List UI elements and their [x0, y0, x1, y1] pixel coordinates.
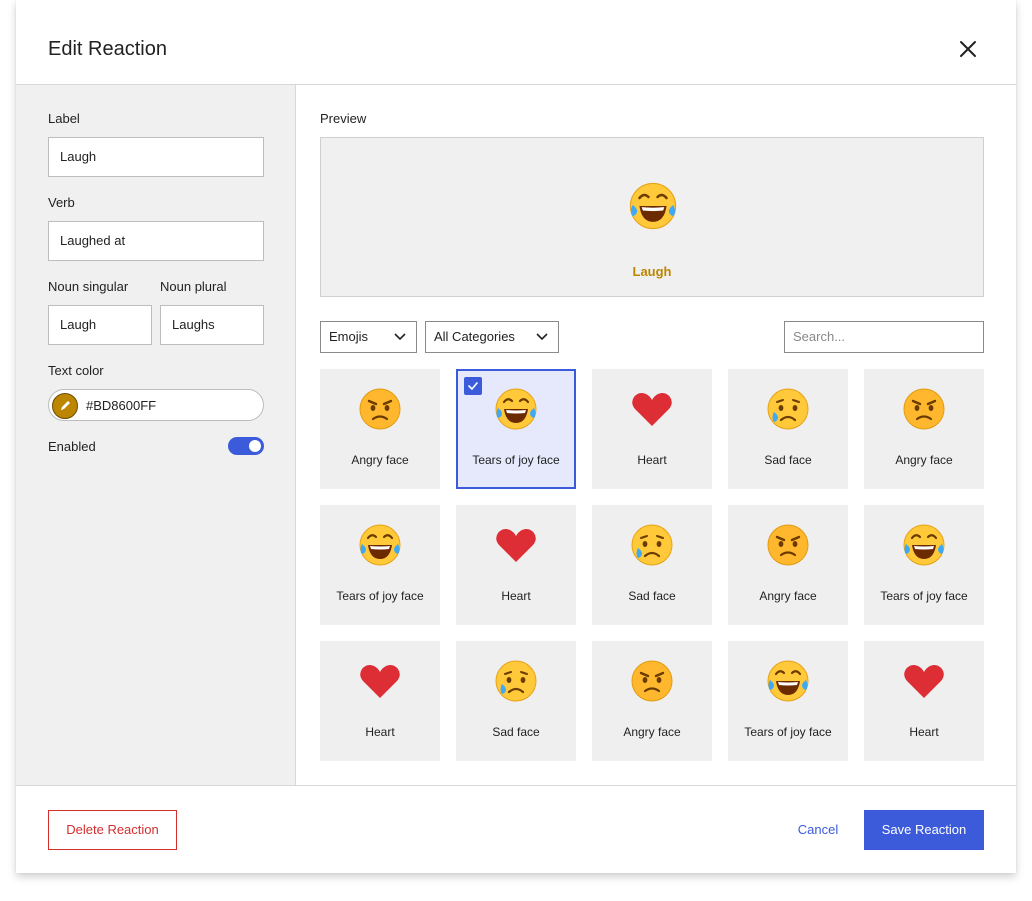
sad-face-icon	[631, 524, 673, 566]
emoji-tile-label: Tears of joy face	[880, 589, 968, 603]
angry-face-icon	[903, 388, 945, 430]
toggle-knob	[249, 440, 261, 452]
verb-input[interactable]: Laughed at	[48, 221, 264, 261]
angry-face-icon	[359, 388, 401, 430]
tears-of-joy-icon	[359, 524, 401, 566]
heart-icon	[904, 665, 944, 698]
emoji-tile[interactable]: Sad face	[728, 369, 848, 489]
emoji-tile[interactable]: Tears of joy face	[456, 369, 576, 489]
noun-plural-field-label: Noun plural	[160, 279, 227, 294]
cancel-button[interactable]: Cancel	[788, 810, 848, 850]
emoji-tile-label: Tears of joy face	[744, 725, 832, 739]
label-input[interactable]: Laugh	[48, 137, 264, 177]
chevron-down-icon	[394, 333, 406, 341]
chevron-down-icon	[536, 333, 548, 341]
emoji-tile-label: Sad face	[628, 589, 676, 603]
emoji-tile-label: Angry face	[623, 725, 681, 739]
emoji-type-select[interactable]: Emojis	[320, 321, 417, 353]
label-field-label: Label	[48, 111, 80, 126]
text-color-value: #BD8600FF	[86, 398, 157, 413]
emoji-tile[interactable]: Heart	[456, 505, 576, 625]
save-reaction-button[interactable]: Save Reaction	[864, 810, 984, 850]
delete-reaction-button[interactable]: Delete Reaction	[48, 810, 177, 850]
emoji-tile[interactable]: Sad face	[592, 505, 712, 625]
text-color-field-label: Text color	[48, 363, 104, 378]
preview-box: Laugh	[320, 137, 984, 297]
noun-singular-input[interactable]: Laugh	[48, 305, 152, 345]
enabled-label: Enabled	[48, 439, 96, 454]
emoji-tile-label: Heart	[501, 589, 531, 603]
emoji-tile[interactable]: Heart	[592, 369, 712, 489]
emoji-tile-label: Tears of joy face	[336, 589, 424, 603]
emoji-tile[interactable]: Tears of joy face	[728, 641, 848, 761]
heart-icon	[496, 529, 536, 562]
tears-of-joy-emoji-icon	[629, 182, 677, 230]
settings-panel: Label Laugh Verb Laughed at Noun singula…	[16, 85, 296, 785]
category-select-value: All Categories	[434, 329, 515, 344]
emoji-tile-label: Angry face	[351, 453, 409, 467]
sad-face-icon	[767, 388, 809, 430]
verb-field-label: Verb	[48, 195, 75, 210]
edit-reaction-dialog: Edit Reaction Label Laugh Verb Laughed a…	[16, 0, 1016, 873]
emoji-tile-label: Heart	[637, 453, 667, 467]
heart-icon	[632, 393, 672, 426]
emoji-tile[interactable]: Tears of joy face	[320, 505, 440, 625]
noun-plural-input[interactable]: Laughs	[160, 305, 264, 345]
emoji-tile[interactable]: Angry face	[864, 369, 984, 489]
selected-checkmark	[464, 377, 482, 395]
heart-icon	[360, 665, 400, 698]
emoji-tile[interactable]: Heart	[864, 641, 984, 761]
emoji-tile-label: Sad face	[764, 453, 812, 467]
emoji-tile-label: Tears of joy face	[472, 453, 560, 467]
category-select[interactable]: All Categories	[425, 321, 559, 353]
dialog-footer: Delete Reaction Cancel Save Reaction	[16, 785, 1016, 873]
close-button[interactable]	[954, 35, 982, 63]
preview-and-picker-panel: Preview Laugh Emojis All Categories Sear…	[297, 85, 1016, 785]
emoji-tile[interactable]: Angry face	[728, 505, 848, 625]
dialog-header: Edit Reaction	[16, 0, 1016, 85]
emoji-tile[interactable]: Tears of joy face	[864, 505, 984, 625]
emoji-type-select-value: Emojis	[329, 329, 369, 344]
angry-face-icon	[631, 660, 673, 702]
preview-label: Laugh	[632, 264, 672, 279]
emoji-tile-label: Heart	[365, 725, 395, 739]
tears-of-joy-icon	[495, 388, 537, 430]
emoji-tile[interactable]: Angry face	[592, 641, 712, 761]
pencil-icon	[61, 401, 70, 410]
dialog-title: Edit Reaction	[48, 38, 167, 60]
enabled-toggle[interactable]	[228, 437, 264, 455]
emoji-tile[interactable]: Heart	[320, 641, 440, 761]
emoji-tile-label: Angry face	[759, 589, 817, 603]
emoji-tile[interactable]: Sad face	[456, 641, 576, 761]
emoji-tile-label: Sad face	[492, 725, 540, 739]
tears-of-joy-icon	[903, 524, 945, 566]
noun-singular-field-label: Noun singular	[48, 279, 129, 294]
sad-face-icon	[495, 660, 537, 702]
emoji-tile[interactable]: Angry face	[320, 369, 440, 489]
preview-heading: Preview	[320, 111, 367, 126]
check-icon	[468, 382, 478, 390]
close-icon	[960, 41, 976, 57]
emoji-search-input[interactable]: Search...	[784, 321, 984, 353]
emoji-tile-label: Heart	[909, 725, 939, 739]
angry-face-icon	[767, 524, 809, 566]
tears-of-joy-icon	[767, 660, 809, 702]
emoji-tile-label: Angry face	[895, 453, 953, 467]
text-color-input[interactable]: #BD8600FF	[48, 389, 264, 421]
color-swatch[interactable]	[52, 393, 78, 419]
